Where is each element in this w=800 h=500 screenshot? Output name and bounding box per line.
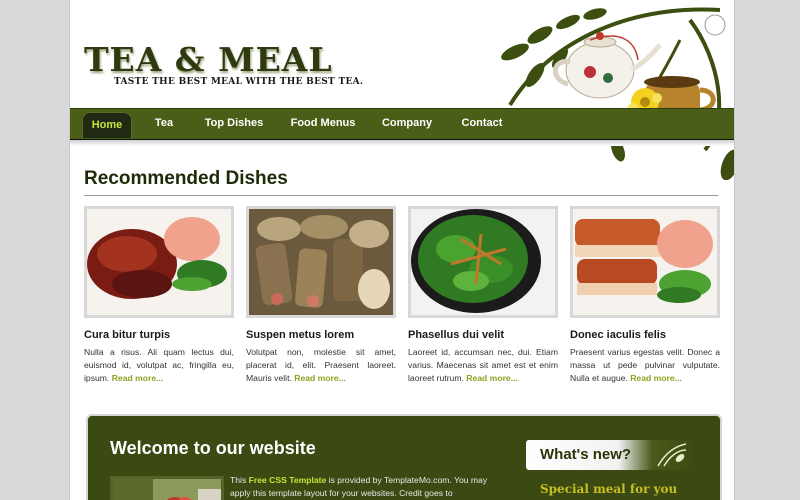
main-navigation: Home Tea Top Dishes Food Menus Company C… xyxy=(70,108,734,141)
nav-contact[interactable]: Contact xyxy=(458,109,506,137)
dish-name[interactable]: Phasellus dui velit xyxy=(408,329,558,341)
dish-photo-greens-salad[interactable] xyxy=(408,206,558,318)
nav-food-menus[interactable]: Food Menus xyxy=(288,109,358,137)
read-more-link[interactable]: Read more... xyxy=(112,373,164,383)
nav-top-dishes[interactable]: Top Dishes xyxy=(202,109,266,137)
page: TEA & MEAL TASTE THE BEST MEAL WITH THE … xyxy=(69,0,735,500)
welcome-panel: Welcome to our website This Free CSS Tem… xyxy=(86,414,722,500)
recommended-heading: Recommended Dishes xyxy=(84,168,288,189)
read-more-link[interactable]: Read more... xyxy=(294,373,346,383)
dish-name[interactable]: Cura bitur turpis xyxy=(84,329,234,341)
heading-divider xyxy=(84,195,718,196)
dish-description: Nulla a risus. Ali quam lectus dui, euis… xyxy=(84,347,234,383)
read-more-link[interactable]: Read more... xyxy=(466,373,518,383)
teapot-vine-illustration xyxy=(501,7,734,180)
leaf-icon xyxy=(657,443,687,467)
dish-card: Phasellus dui velit Laoreet id, accumsan… xyxy=(408,206,558,385)
site-logo-title[interactable]: TEA & MEAL xyxy=(84,40,333,79)
dish-card: Suspen metus lorem Volutpat non, molesti… xyxy=(246,206,396,385)
dish-description: Praesent varius egestas velit. Donec a m… xyxy=(570,347,720,383)
template-link[interactable]: Free CSS Template xyxy=(249,475,327,485)
welcome-text: This Free CSS Template is provided by Te… xyxy=(230,475,488,498)
nav-shadow xyxy=(70,140,734,146)
welcome-heading: Welcome to our website xyxy=(110,438,316,458)
special-meal-heading[interactable]: Special meal for you xyxy=(540,482,677,496)
dish-photo-roast-pork[interactable] xyxy=(570,206,720,318)
read-more-link[interactable]: Read more... xyxy=(630,373,682,383)
dish-card: Cura bitur turpis Nulla a risus. Ali qua… xyxy=(84,206,234,385)
dish-description: Volutpat non, molestie sit amet, placera… xyxy=(246,347,396,383)
dish-card: Donec iaculis felis Praesent varius eges… xyxy=(570,206,720,385)
dish-photo-tempura-rolls[interactable] xyxy=(246,206,396,318)
dish-name[interactable]: Suspen metus lorem xyxy=(246,329,396,341)
dish-description: Laoreet id, accumsan nec, dui. Etiam var… xyxy=(408,347,558,383)
whats-new-box: What's new? xyxy=(526,440,694,470)
welcome-photo xyxy=(110,476,224,500)
site-tagline: TASTE THE BEST MEAL WITH THE BEST TEA. xyxy=(114,77,364,87)
nav-tea[interactable]: Tea xyxy=(148,109,180,137)
nav-home[interactable]: Home xyxy=(82,112,132,138)
nav-company[interactable]: Company xyxy=(378,109,436,137)
dish-name[interactable]: Donec iaculis felis xyxy=(570,329,720,341)
whats-new-heading: What's new? xyxy=(540,446,632,463)
dish-photo-roast-duck[interactable] xyxy=(84,206,234,318)
